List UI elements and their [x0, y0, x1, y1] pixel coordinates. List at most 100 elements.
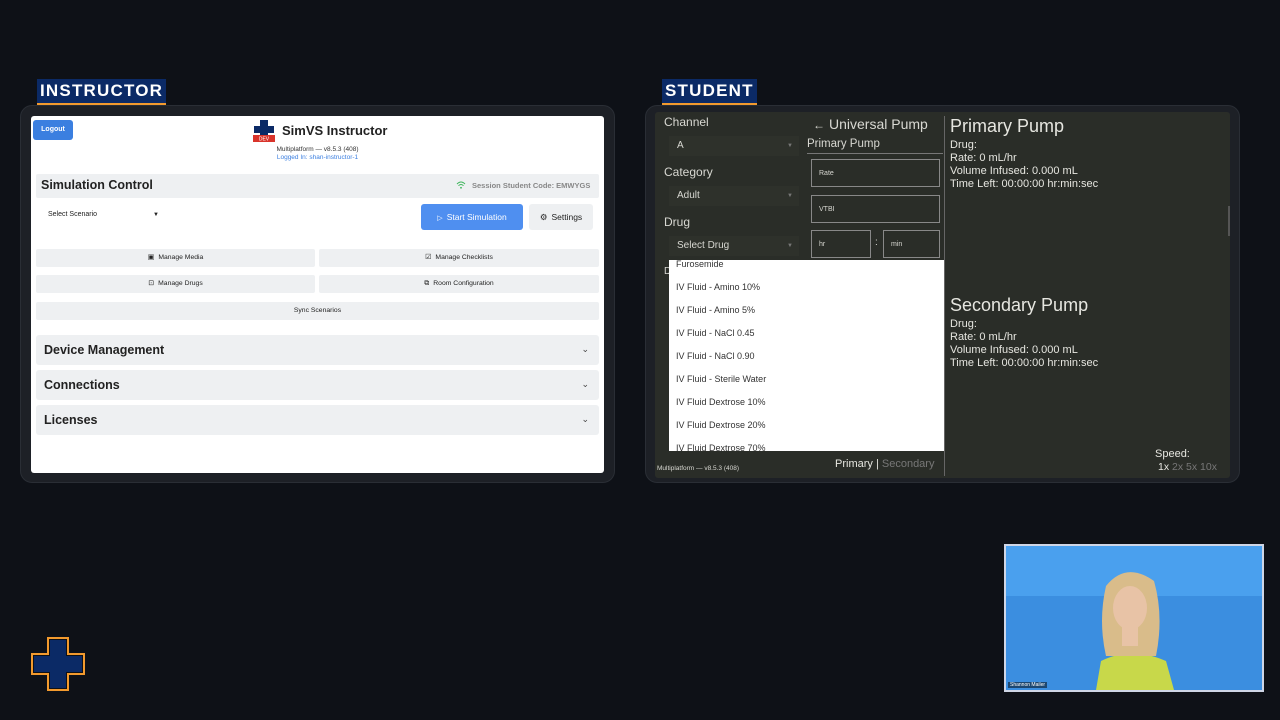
drug-label: Drug — [664, 215, 691, 229]
toggle-secondary[interactable]: Secondary — [882, 458, 935, 470]
simvs-logo-icon — [31, 637, 85, 691]
universal-pump-header: ← Universal Pump — [813, 116, 928, 132]
app-title: SimVS Instructor — [282, 123, 388, 138]
secondary-rate: Rate: 0 mL/hr — [950, 331, 1017, 343]
hours-input[interactable]: hr — [811, 230, 871, 258]
participant-name: Shannon Mailer — [1008, 682, 1048, 688]
start-simulation-label: Start Simulation — [446, 212, 507, 222]
secondary-drug: Drug: — [950, 318, 977, 330]
select-scenario-label: Select Scenario — [48, 211, 98, 218]
divider — [944, 116, 945, 476]
secondary-time-left: Time Left: 00:00:00 hr:min:sec — [950, 357, 1099, 369]
speed-5x[interactable]: 5x — [1186, 461, 1197, 473]
toggle-separator: | — [875, 458, 879, 470]
minutes-input[interactable]: min — [883, 230, 940, 258]
time-separator: : — [875, 237, 878, 248]
settings-button[interactable]: ⚙ Settings — [529, 204, 593, 230]
accordion-label: Licenses — [44, 413, 98, 427]
back-arrow-icon[interactable]: ← — [813, 118, 825, 132]
stage: INSTRUCTOR STUDENT Logout DEV SimVS Inst… — [0, 0, 1280, 720]
room-configuration-button[interactable]: ⧉ Room Configuration — [319, 275, 599, 293]
logout-button[interactable]: Logout — [33, 120, 73, 140]
rate-input[interactable]: Rate — [811, 159, 940, 187]
chevron-down-icon: ▼ — [787, 193, 793, 199]
list-item[interactable]: Furosemide — [676, 260, 724, 269]
sync-scenarios-button[interactable]: Sync Scenarios — [36, 302, 599, 320]
manage-drugs-button[interactable]: ⊡ Manage Drugs — [36, 275, 315, 293]
drug-value: Select Drug — [677, 240, 730, 251]
speed-2x[interactable]: 2x — [1172, 461, 1183, 473]
channel-select[interactable]: A ▼ — [669, 136, 799, 156]
chevron-down-icon: ▼ — [787, 143, 793, 149]
student-version: Multiplatform — v8.5.3 (408) — [657, 465, 740, 472]
play-icon: ▷ — [437, 215, 443, 222]
list-item[interactable]: IV Fluid Dextrose 70% — [676, 443, 766, 451]
universal-pump-title: Universal Pump — [829, 116, 928, 132]
accordion-label: Device Management — [44, 343, 165, 357]
accordion-device-management[interactable]: Device Management ⌄ — [36, 335, 599, 365]
logo-tag: DEV — [259, 137, 270, 143]
logged-in-user: Logged In: shan-instructor-1 — [276, 154, 359, 161]
medkit-icon: ⊡ — [148, 280, 155, 287]
room-configuration-label: Room Configuration — [433, 280, 494, 287]
toggle-primary[interactable]: Primary — [835, 458, 873, 470]
secondary-volume: Volume Infused: 0.000 mL — [950, 344, 1078, 356]
primary-pump-info: Drug: Rate: 0 mL/hr Volume Infused: 0.00… — [950, 139, 1098, 191]
primary-pump-tab-label: Primary Pump — [807, 138, 943, 154]
scrollbar[interactable] — [1228, 206, 1230, 236]
list-item[interactable]: IV Fluid - NaCl 0.45 — [676, 328, 755, 338]
list-item[interactable]: IV Fluid Dextrose 10% — [676, 397, 766, 407]
drug-dropdown-list[interactable]: Furosemide IV Fluid - Amino 10% IV Fluid… — [669, 260, 945, 451]
channel-value: A — [677, 140, 684, 151]
speed-label: Speed: — [1155, 448, 1190, 460]
chevron-down-icon: ⌄ — [581, 344, 589, 354]
category-label: Category — [664, 165, 713, 179]
channel-label: Channel — [664, 115, 709, 129]
checkbox-icon: ☑ — [425, 254, 432, 261]
manage-checklists-label: Manage Checklists — [435, 254, 493, 261]
manage-drugs-label: Manage Drugs — [158, 280, 203, 287]
primary-rate: Rate: 0 mL/hr — [950, 152, 1017, 164]
list-item[interactable]: IV Fluid - Sterile Water — [676, 374, 766, 384]
manage-media-label: Manage Media — [158, 254, 204, 261]
chevron-down-icon: ▼ — [153, 212, 159, 218]
secondary-pump-info: Drug: Rate: 0 mL/hr Volume Infused: 0.00… — [950, 318, 1098, 370]
video-feed: Shannon Mailer — [1004, 544, 1264, 692]
speed-10x[interactable]: 10x — [1200, 461, 1217, 473]
image-icon: ▣ — [147, 254, 155, 261]
student-badge: STUDENT — [662, 79, 757, 106]
simulation-control-title: Simulation Control — [41, 178, 153, 192]
simvs-logo-icon: DEV — [253, 120, 275, 143]
accordion-label: Connections — [44, 378, 120, 392]
manage-checklists-button[interactable]: ☑ Manage Checklists — [319, 249, 599, 267]
primary-drug: Drug: — [950, 139, 977, 151]
instructor-screen: Logout DEV SimVS Instructor Multiplatfor… — [31, 116, 604, 473]
vtbi-input[interactable]: VTBI — [811, 195, 940, 223]
speed-options: 1x 2x 5x 10x — [1158, 461, 1217, 473]
list-item[interactable]: IV Fluid - Amino 5% — [676, 305, 755, 315]
category-select[interactable]: Adult ▼ — [669, 186, 799, 206]
start-simulation-button[interactable]: ▷ Start Simulation — [421, 204, 523, 230]
simulation-control-header: Simulation Control Session Student Code:… — [36, 174, 599, 198]
accordion-connections[interactable]: Connections ⌄ — [36, 370, 599, 400]
student-screen: Channel A ▼ Category Adult ▼ Drug Select… — [655, 112, 1230, 478]
speed-1x[interactable]: 1x — [1158, 461, 1169, 473]
secondary-pump-title: Secondary Pump — [950, 295, 1089, 315]
accordion-licenses[interactable]: Licenses ⌄ — [36, 405, 599, 435]
primary-volume: Volume Infused: 0.000 mL — [950, 165, 1078, 177]
chevron-down-icon: ⌄ — [581, 414, 589, 424]
list-item[interactable]: IV Fluid Dextrose 20% — [676, 420, 766, 430]
drug-select[interactable]: Select Drug ▼ — [669, 236, 799, 256]
chevron-down-icon: ⌄ — [581, 379, 589, 389]
session-code: Session Student Code: EMWYGS — [472, 181, 591, 190]
gear-icon: ⚙ — [539, 212, 548, 222]
manage-media-button[interactable]: ▣ Manage Media — [36, 249, 315, 267]
primary-pump-title: Primary Pump — [950, 116, 1065, 136]
participant-video-image — [1006, 546, 1262, 690]
list-item[interactable]: IV Fluid - Amino 10% — [676, 282, 760, 292]
settings-label: Settings — [551, 212, 583, 222]
category-value: Adult — [677, 190, 700, 201]
copy-icon: ⧉ — [424, 280, 430, 287]
list-item[interactable]: IV Fluid - NaCl 0.90 — [676, 351, 755, 361]
select-scenario-dropdown[interactable]: Select Scenario ▼ — [43, 204, 163, 226]
